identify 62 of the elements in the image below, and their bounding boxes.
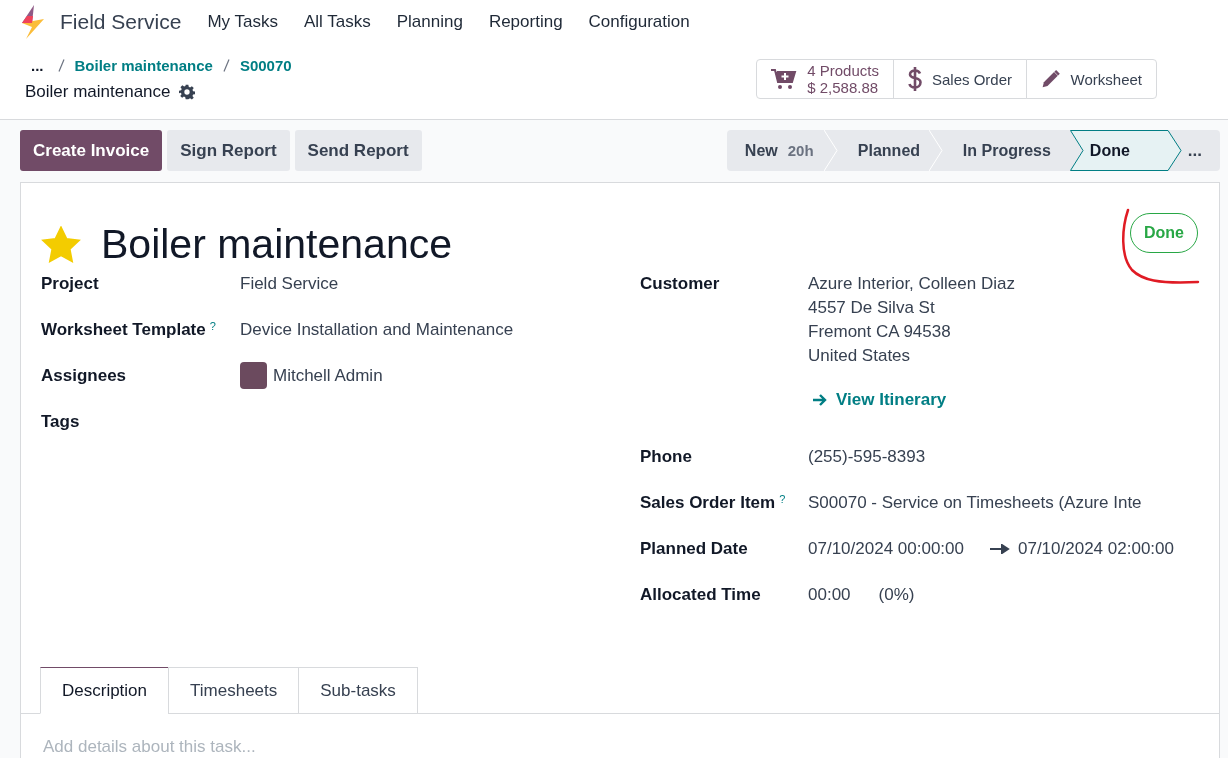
breadcrumb-current: Boiler maintenance: [25, 82, 171, 103]
worksheet-button[interactable]: Worksheet: [1026, 59, 1157, 100]
address-line: Azure Interior, Colleen Diaz: [808, 274, 1016, 294]
breadcrumb-link[interactable]: S00070: [239, 57, 292, 75]
end-date[interactable]: 07/10/2024 02:00:00: [1018, 539, 1174, 559]
field-label: Phone: [640, 447, 692, 467]
field-label: Sales Order Item: [640, 493, 776, 513]
breadcrumb-separator: [222, 59, 230, 73]
time-percent: (0%): [878, 585, 915, 605]
stage-button[interactable]: Done: [1069, 130, 1182, 171]
app-name[interactable]: Field Service: [60, 9, 182, 34]
field-value: Field Service: [240, 274, 340, 294]
menu-item[interactable]: Reporting: [488, 11, 563, 32]
stage-button[interactable]: New 20h: [726, 130, 838, 171]
help-tooltip[interactable]: ?: [779, 493, 786, 505]
address-line: United States: [808, 346, 912, 366]
itinerary-link[interactable]: View Itinerary: [812, 390, 1199, 410]
address-line: 4557 De Silva St: [808, 298, 936, 318]
field-label: Tags: [41, 412, 80, 432]
record-title: Boiler maintenance: [101, 221, 452, 268]
notebook-tab[interactable]: Timesheets: [168, 667, 300, 714]
help-tooltip[interactable]: ?: [209, 320, 216, 332]
arrow-icon: [990, 544, 1010, 554]
notebook-tab[interactable]: Sub-tasks: [298, 667, 418, 714]
breadcrumb-link[interactable]: Boiler maintenance: [74, 57, 213, 75]
products-button[interactable]: 4 Products $ 2,588.88: [756, 59, 894, 100]
settings-icon[interactable]: [178, 84, 195, 101]
field-label: Assignees: [41, 366, 127, 386]
stage-separator: [823, 130, 838, 171]
field-label: Allocated Time: [640, 585, 761, 605]
notebook-tab[interactable]: Description: [40, 667, 170, 714]
action-button[interactable]: Send Report: [294, 130, 422, 171]
address-line: Fremont CA 94538: [808, 322, 952, 342]
field-label: Customer: [640, 274, 720, 294]
avatar: [240, 362, 267, 389]
field-value: S00070 - Service on Timesheets (Azure Inte: [808, 493, 1143, 513]
breadcrumb-overflow[interactable]: ...: [25, 57, 48, 75]
field-label: Project: [41, 274, 99, 294]
start-date[interactable]: 07/10/2024 00:00:00: [808, 539, 964, 559]
action-button[interactable]: Sign Report: [167, 130, 290, 171]
star-icon[interactable]: [41, 225, 81, 264]
more-stages-button[interactable]: ...: [1181, 130, 1220, 171]
cart-icon: [771, 68, 798, 91]
menu-item[interactable]: Planning: [396, 11, 463, 32]
user-name[interactable]: Mitchell Admin: [273, 365, 383, 386]
action-button[interactable]: Create Invoice: [20, 130, 163, 171]
field-value: Device Installation and Maintenance: [240, 320, 515, 340]
field-value: (255)-595-8393: [808, 447, 927, 467]
dollar-icon: [907, 66, 922, 93]
menu-item[interactable]: All Tasks: [303, 11, 371, 32]
app-logo[interactable]: [20, 4, 46, 39]
stage-button[interactable]: In Progress: [942, 130, 1070, 171]
field-label: Planned Date: [640, 539, 748, 559]
menu-item[interactable]: Configuration: [588, 11, 690, 32]
arrow-icon: [812, 393, 828, 407]
stage-separator: [928, 130, 943, 171]
time-value[interactable]: 00:00: [808, 585, 851, 605]
field-label: Worksheet Template: [41, 320, 206, 340]
menu-item[interactable]: My Tasks: [207, 11, 278, 32]
sales-order-button[interactable]: Sales Order: [892, 59, 1027, 100]
breadcrumb-separator: [57, 59, 65, 73]
stage-button[interactable]: Planned: [837, 130, 943, 171]
